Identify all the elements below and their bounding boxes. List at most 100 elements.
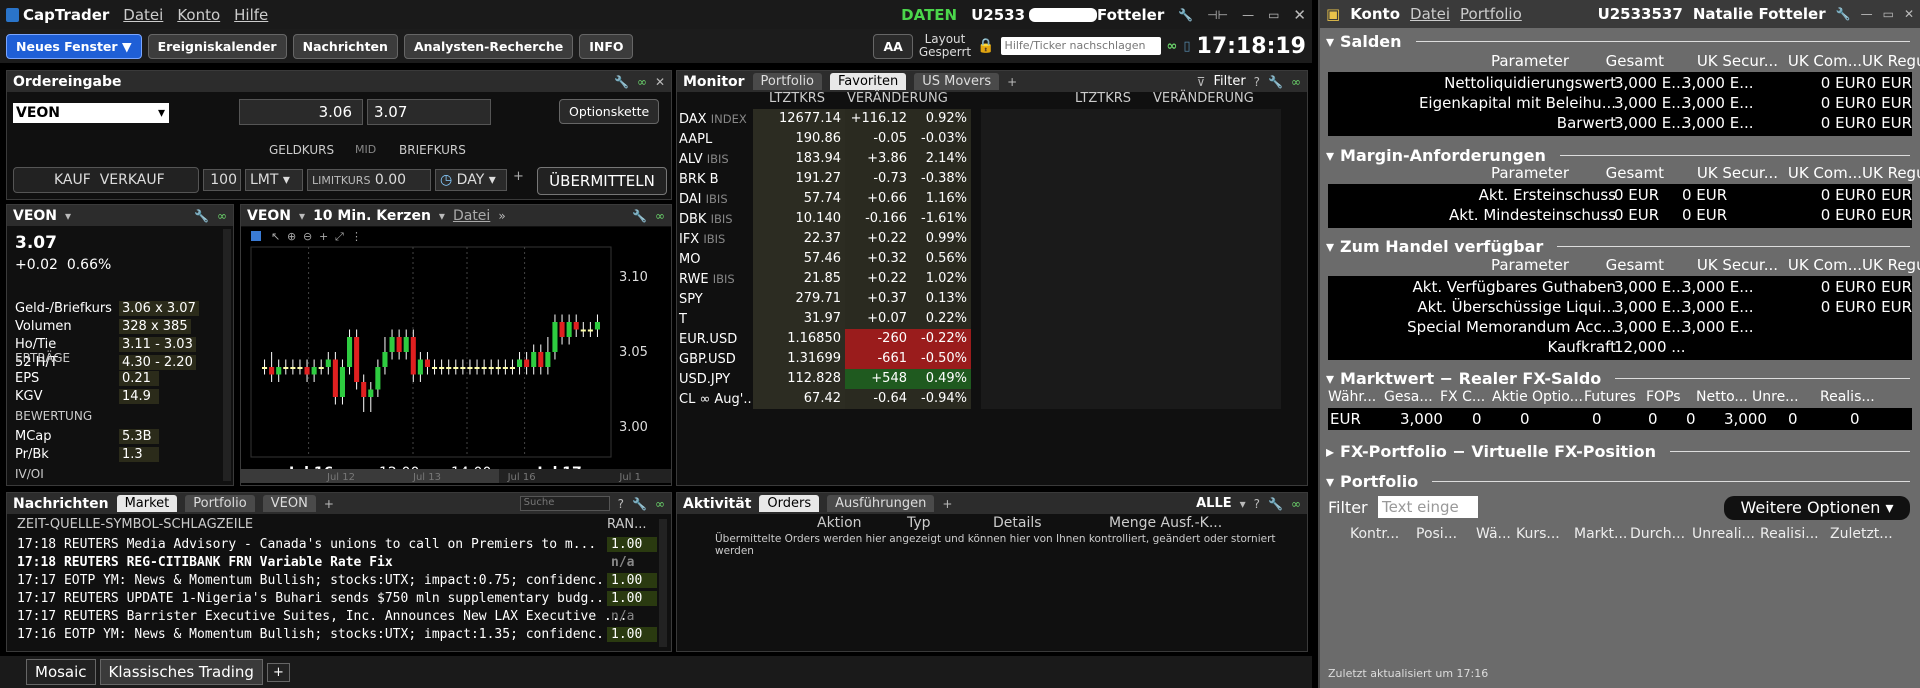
add-tab-icon[interactable]: + bbox=[942, 497, 952, 511]
scrollbar[interactable] bbox=[223, 229, 231, 481]
lock-icon[interactable]: 🔒 bbox=[977, 38, 994, 54]
link-icon[interactable]: ∞ bbox=[655, 497, 665, 511]
fx-portfolio-header[interactable]: ▸ FX-Portfolio − Virtuelle FX-Position bbox=[1320, 440, 1918, 462]
help-icon[interactable]: ? bbox=[618, 497, 624, 511]
wrench-icon[interactable]: 🔧 bbox=[1836, 7, 1851, 21]
chevron-down-icon[interactable]: ▾ bbox=[299, 209, 305, 223]
link-icon[interactable]: ∞ bbox=[637, 75, 647, 89]
chart-period[interactable]: 10 Min. Kerzen bbox=[313, 208, 431, 224]
portfolio-col-header[interactable]: Posi... bbox=[1416, 526, 1457, 542]
menu-konto[interactable]: Konto bbox=[177, 6, 220, 24]
tab-portfolio[interactable]: Portfolio bbox=[752, 73, 823, 90]
tab-us-movers[interactable]: US Movers bbox=[914, 73, 1000, 90]
wrench-icon[interactable]: 🔧 bbox=[1178, 8, 1193, 22]
monitor-row[interactable]: DAI IBIS 57.74 +0.66 1.16% bbox=[677, 189, 1267, 209]
balances-header[interactable]: ▾ Salden bbox=[1320, 30, 1918, 52]
tab-portfolio[interactable]: Portfolio bbox=[185, 495, 255, 512]
monitor-row[interactable]: IFX IBIS 22.37 +0.22 0.99% bbox=[677, 229, 1267, 249]
portfolio-col-header[interactable]: Zuletzt... bbox=[1830, 526, 1893, 542]
portfolio-col-header[interactable]: Realisi... bbox=[1760, 526, 1819, 542]
activity-filter[interactable]: ALLE bbox=[1196, 496, 1232, 511]
tab-classic-trading[interactable]: Klassisches Trading bbox=[99, 659, 263, 685]
analyst-research-button[interactable]: Analysten-Recherche bbox=[403, 33, 574, 59]
portfolio-header[interactable]: ▾ Portfolio bbox=[1320, 470, 1918, 492]
tab-mosaic[interactable]: Mosaic bbox=[26, 659, 96, 685]
add-tab-icon[interactable]: + bbox=[324, 497, 334, 511]
monitor-row[interactable]: EUR.USD 1.16850 -260 -0.22% bbox=[677, 329, 1267, 349]
link-icon[interactable]: ∞ bbox=[655, 209, 665, 223]
wrench-icon[interactable]: 🔧 bbox=[1268, 497, 1283, 511]
help-icon[interactable]: ? bbox=[1254, 75, 1260, 89]
maximize-icon[interactable]: ▭ bbox=[1883, 7, 1894, 21]
news-item[interactable]: 17:17 REUTERS UPDATE 1-Nigeria's Buhari … bbox=[17, 591, 657, 606]
expand-icon[interactable]: » bbox=[498, 209, 505, 223]
quantity-field[interactable]: 100 bbox=[203, 169, 241, 191]
news-search-input[interactable]: Suche bbox=[519, 496, 610, 511]
monitor-row[interactable]: USD.JPY 112.828 +548 0.49% bbox=[677, 369, 1267, 389]
buy-sell-toggle[interactable]: KAUF VERKAUF bbox=[13, 167, 199, 193]
chevron-down-icon[interactable]: ▾ bbox=[65, 209, 71, 223]
portfolio-col-header[interactable]: Unreali... bbox=[1692, 526, 1755, 542]
wrench-icon[interactable]: 🔧 bbox=[632, 209, 647, 223]
monitor-row[interactable]: T 31.97 +0.07 0.22% bbox=[677, 309, 1267, 329]
monitor-row[interactable]: ALV IBIS 183.94 +3.86 2.14% bbox=[677, 149, 1267, 169]
order-symbol-field[interactable]: VEON ▾ bbox=[13, 103, 169, 123]
link-icon[interactable]: ∞ bbox=[1167, 39, 1178, 54]
new-window-button[interactable]: Neues Fenster ▼ bbox=[6, 33, 142, 59]
tab-market[interactable]: Market bbox=[116, 495, 178, 512]
menu-hilfe[interactable]: Hilfe bbox=[234, 6, 268, 24]
news-item[interactable]: 17:17 REUTERS Barrister Executive Suites… bbox=[17, 609, 657, 624]
portfolio-col-header[interactable]: Wä... bbox=[1476, 526, 1511, 542]
help-icon[interactable]: ? bbox=[1254, 497, 1260, 511]
maximize-icon[interactable]: ▭ bbox=[1268, 8, 1279, 22]
monitor-row[interactable]: RWE IBIS 21.85 +0.22 1.02% bbox=[677, 269, 1267, 289]
add-tab-icon[interactable]: + bbox=[1007, 75, 1017, 89]
account-menu-portfolio[interactable]: Portfolio bbox=[1460, 5, 1522, 23]
pin-icon[interactable]: ⊣⊢ bbox=[1207, 8, 1228, 22]
order-type-select[interactable]: LMT ▾ bbox=[245, 169, 303, 191]
news-item[interactable]: 17:17 EOTP YM: News & Momentum Bullish; … bbox=[17, 573, 657, 588]
available-header[interactable]: ▾ Zum Handel verfügbar bbox=[1320, 235, 1918, 257]
news-scrollbar[interactable] bbox=[659, 519, 667, 647]
monitor-row[interactable]: CL ∞ Aug'... 67.42 -0.64 -0.94% bbox=[677, 389, 1267, 409]
filter-button[interactable]: Filter bbox=[1213, 74, 1245, 89]
minimize-icon[interactable]: — bbox=[1242, 8, 1254, 22]
portfolio-col-header[interactable]: Kontr... bbox=[1350, 526, 1399, 542]
tab-executions[interactable]: Ausführungen bbox=[827, 495, 935, 512]
close-icon[interactable]: ✕ bbox=[1293, 6, 1306, 24]
portfolio-col-header[interactable]: Kurs... bbox=[1516, 526, 1560, 542]
portfolio-filter-input[interactable]: Text einge bbox=[1378, 496, 1478, 518]
tab-favoriten[interactable]: Favoriten bbox=[830, 73, 907, 90]
monitor-row[interactable]: DBK IBIS 10.140 -0.166 -1.61% bbox=[677, 209, 1267, 229]
event-calendar-button[interactable]: Ereigniskalender bbox=[147, 33, 287, 59]
options-chain-button[interactable]: Optionskette bbox=[559, 99, 660, 124]
phone-icon[interactable]: ▯ bbox=[1183, 39, 1190, 54]
filter-icon[interactable]: ⊽ bbox=[1197, 75, 1206, 89]
tab-orders[interactable]: Orders bbox=[759, 495, 820, 512]
minimize-icon[interactable]: — bbox=[1861, 7, 1873, 21]
menu-datei[interactable]: Datei bbox=[123, 6, 163, 24]
wrench-icon[interactable]: 🔧 bbox=[1268, 75, 1283, 89]
market-value-header[interactable]: ▾ Marktwert − Realer FX-Saldo bbox=[1320, 367, 1918, 389]
margin-header[interactable]: ▾ Margin-Anforderungen bbox=[1320, 144, 1918, 166]
chevron-down-icon[interactable]: ▾ bbox=[1240, 497, 1246, 511]
candlestick-chart[interactable]: ↖⊕⊖+⤢⋮3.103.053.00Jul 1612:0014:00Jul 17… bbox=[241, 227, 671, 485]
wrench-icon[interactable]: 🔧 bbox=[632, 497, 647, 511]
info-button[interactable]: INFO bbox=[579, 33, 634, 59]
submit-button[interactable]: ÜBERMITTELN bbox=[537, 167, 667, 195]
more-options-button[interactable]: Weitere Optionen ▾ bbox=[1724, 496, 1910, 520]
account-menu-datei[interactable]: Datei bbox=[1410, 5, 1450, 23]
monitor-row[interactable]: DAX INDEX 12677.14 +116.12 0.92% bbox=[677, 109, 1267, 129]
close-icon[interactable]: ✕ bbox=[1904, 7, 1914, 21]
link-icon[interactable]: ∞ bbox=[217, 209, 227, 223]
limit-price-field[interactable]: LIMITKURS 0.00 bbox=[307, 169, 431, 191]
monitor-row[interactable]: SPY 279.71 +0.37 0.13% bbox=[677, 289, 1267, 309]
monitor-row[interactable]: BRK B 191.27 -0.73 -0.38% bbox=[677, 169, 1267, 189]
wrench-icon[interactable]: 🔧 bbox=[614, 75, 629, 89]
tab-veon[interactable]: VEON bbox=[262, 495, 316, 512]
portfolio-col-header[interactable]: Durch... bbox=[1630, 526, 1685, 542]
add-layout-icon[interactable]: + bbox=[266, 662, 290, 682]
wrench-icon[interactable]: 🔧 bbox=[194, 209, 209, 223]
add-icon[interactable]: + bbox=[513, 169, 524, 184]
news-item[interactable]: 17:16 EOTP YM: News & Momentum Bullish; … bbox=[17, 627, 657, 642]
